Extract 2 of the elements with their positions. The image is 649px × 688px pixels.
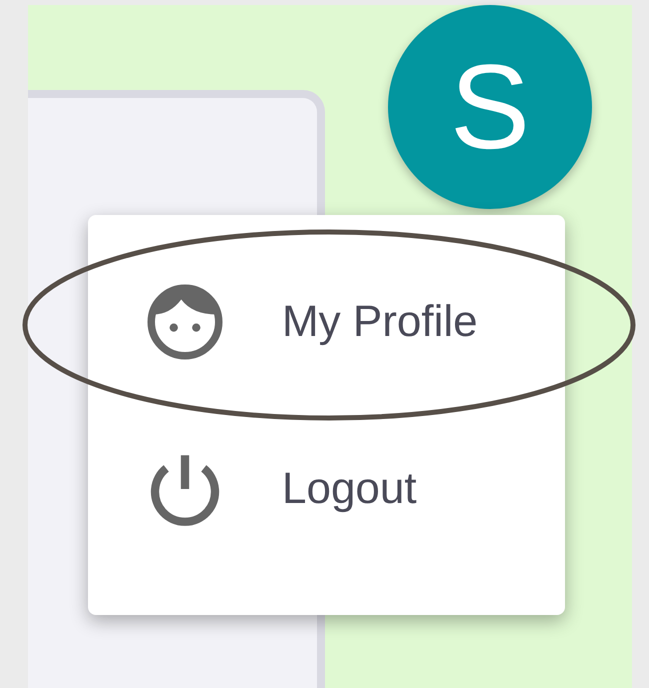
menu-item[interactable]: My Profile: [88, 267, 565, 377]
menu-item[interactable]: Logout: [88, 434, 565, 544]
